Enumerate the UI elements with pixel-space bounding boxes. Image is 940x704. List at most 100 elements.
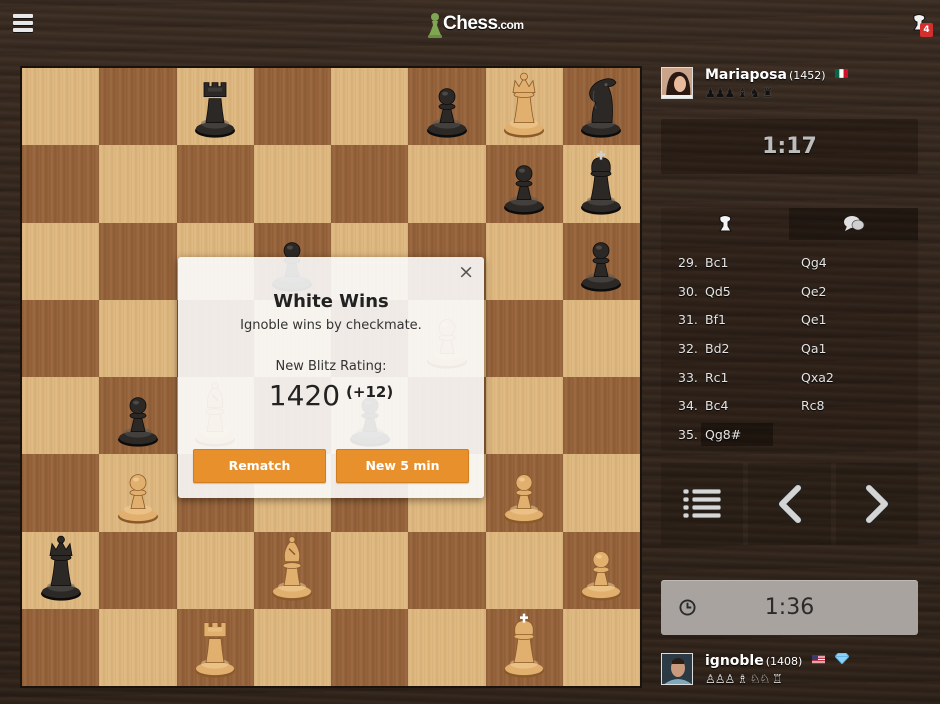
player-name[interactable]: ignoble	[705, 653, 764, 669]
black-pawn-icon[interactable]	[416, 70, 478, 140]
move-list: 29. Bc1 Qg4 30. Qd5 Qe2 31. Bf1 Qe1 32. Bd2 Qa1 33. R…	[661, 250, 918, 451]
white-rook-icon[interactable]	[184, 611, 246, 681]
black-pawn-icon[interactable]	[493, 147, 555, 217]
black-move[interactable]: Qxa2	[801, 370, 834, 385]
white-queen-icon[interactable]	[493, 70, 555, 140]
square-a1[interactable]	[22, 608, 100, 686]
square-g2[interactable]	[485, 531, 563, 609]
black-move[interactable]: Qe2	[801, 284, 826, 299]
square-g4[interactable]	[485, 377, 563, 455]
square-e2[interactable]	[331, 531, 409, 609]
notification-badge: 4	[920, 23, 933, 37]
square-b2[interactable]	[99, 531, 177, 609]
player-avatar[interactable]	[661, 653, 693, 685]
square-g1[interactable]	[485, 608, 563, 686]
black-move[interactable]: Qa1	[801, 341, 826, 356]
square-c2[interactable]	[176, 531, 254, 609]
square-e8[interactable]	[331, 68, 409, 146]
square-f1[interactable]	[408, 608, 486, 686]
previous-move-button[interactable]	[748, 463, 831, 545]
tab-moves[interactable]	[661, 208, 789, 240]
square-h3[interactable]	[562, 454, 640, 532]
white-pawn-icon[interactable]	[493, 456, 555, 526]
square-h1[interactable]	[562, 608, 640, 686]
square-b7[interactable]	[99, 145, 177, 223]
white-move[interactable]: Bf1	[705, 308, 777, 331]
square-c7[interactable]	[176, 145, 254, 223]
black-rook-icon[interactable]	[184, 70, 246, 140]
chevron-right-icon	[864, 484, 890, 524]
square-b1[interactable]	[99, 608, 177, 686]
square-d2[interactable]	[253, 531, 331, 609]
square-e7[interactable]	[331, 145, 409, 223]
white-pawn-icon[interactable]	[570, 534, 632, 604]
square-a5[interactable]	[22, 299, 100, 377]
square-c8[interactable]	[176, 68, 254, 146]
square-h2[interactable]	[562, 531, 640, 609]
tab-chat[interactable]	[789, 208, 918, 240]
white-move[interactable]: Rc1	[705, 366, 777, 389]
square-h4[interactable]	[562, 377, 640, 455]
move-list-button[interactable]	[661, 463, 743, 545]
chess-com-logo[interactable]: Chess.com	[428, 8, 524, 38]
black-move[interactable]: Qe1	[801, 312, 826, 327]
square-a7[interactable]	[22, 145, 100, 223]
square-a6[interactable]	[22, 222, 100, 300]
white-move[interactable]: Bd2	[705, 337, 777, 360]
white-move[interactable]: Qg8#	[701, 423, 773, 447]
square-g3[interactable]	[485, 454, 563, 532]
square-a4[interactable]	[22, 377, 100, 455]
square-d1[interactable]	[253, 608, 331, 686]
square-h7[interactable]	[562, 145, 640, 223]
white-bishop-icon[interactable]	[261, 534, 323, 604]
chat-bubbles-icon	[843, 216, 864, 231]
black-move[interactable]: Qg4	[801, 255, 827, 270]
square-h5[interactable]	[562, 299, 640, 377]
square-f7[interactable]	[408, 145, 486, 223]
white-pawn-icon[interactable]	[107, 456, 169, 526]
rematch-button[interactable]: Rematch	[193, 449, 326, 483]
white-king-icon[interactable]	[493, 611, 555, 681]
white-move[interactable]: Qd5	[705, 280, 777, 303]
white-move[interactable]: Bc1	[705, 251, 777, 274]
square-b8[interactable]	[99, 68, 177, 146]
square-g7[interactable]	[485, 145, 563, 223]
black-king-icon[interactable]	[570, 147, 632, 217]
square-b3[interactable]	[99, 454, 177, 532]
square-f8[interactable]	[408, 68, 486, 146]
white-move[interactable]: Bc4	[705, 394, 777, 417]
notifications-button[interactable]: 4	[911, 14, 933, 37]
square-d8[interactable]	[253, 68, 331, 146]
square-h6[interactable]	[562, 222, 640, 300]
move-row: 34. Bc4 Rc8	[661, 393, 918, 422]
rating-label: New Blitz Rating:	[275, 359, 387, 374]
square-d7[interactable]	[253, 145, 331, 223]
black-pawn-icon[interactable]	[570, 225, 632, 295]
square-g5[interactable]	[485, 299, 563, 377]
black-pawn-icon[interactable]	[107, 379, 169, 449]
rating-delta: (+12)	[346, 383, 394, 401]
opponent-avatar[interactable]	[661, 67, 693, 99]
black-move[interactable]: Rc8	[801, 398, 825, 413]
square-b5[interactable]	[99, 299, 177, 377]
square-c1[interactable]	[176, 608, 254, 686]
next-move-button[interactable]	[836, 463, 918, 545]
hamburger-menu-icon[interactable]	[13, 14, 33, 32]
black-queen-icon[interactable]	[30, 534, 92, 604]
square-a3[interactable]	[22, 454, 100, 532]
square-b6[interactable]	[99, 222, 177, 300]
square-a2[interactable]	[22, 531, 100, 609]
close-icon[interactable]: ×	[458, 262, 474, 282]
new-game-button[interactable]: New 5 min	[336, 449, 469, 483]
square-e1[interactable]	[331, 608, 409, 686]
square-a8[interactable]	[22, 68, 100, 146]
player-info: ignoble (1408) ♙♙♙ ♗ ♘♘ ♖	[661, 653, 921, 693]
chevron-left-icon	[777, 484, 802, 524]
square-g6[interactable]	[485, 222, 563, 300]
square-b4[interactable]	[99, 377, 177, 455]
square-h8[interactable]	[562, 68, 640, 146]
square-g8[interactable]	[485, 68, 563, 146]
black-knight-icon[interactable]	[570, 70, 632, 140]
opponent-name[interactable]: Mariaposa	[705, 67, 787, 83]
square-f2[interactable]	[408, 531, 486, 609]
